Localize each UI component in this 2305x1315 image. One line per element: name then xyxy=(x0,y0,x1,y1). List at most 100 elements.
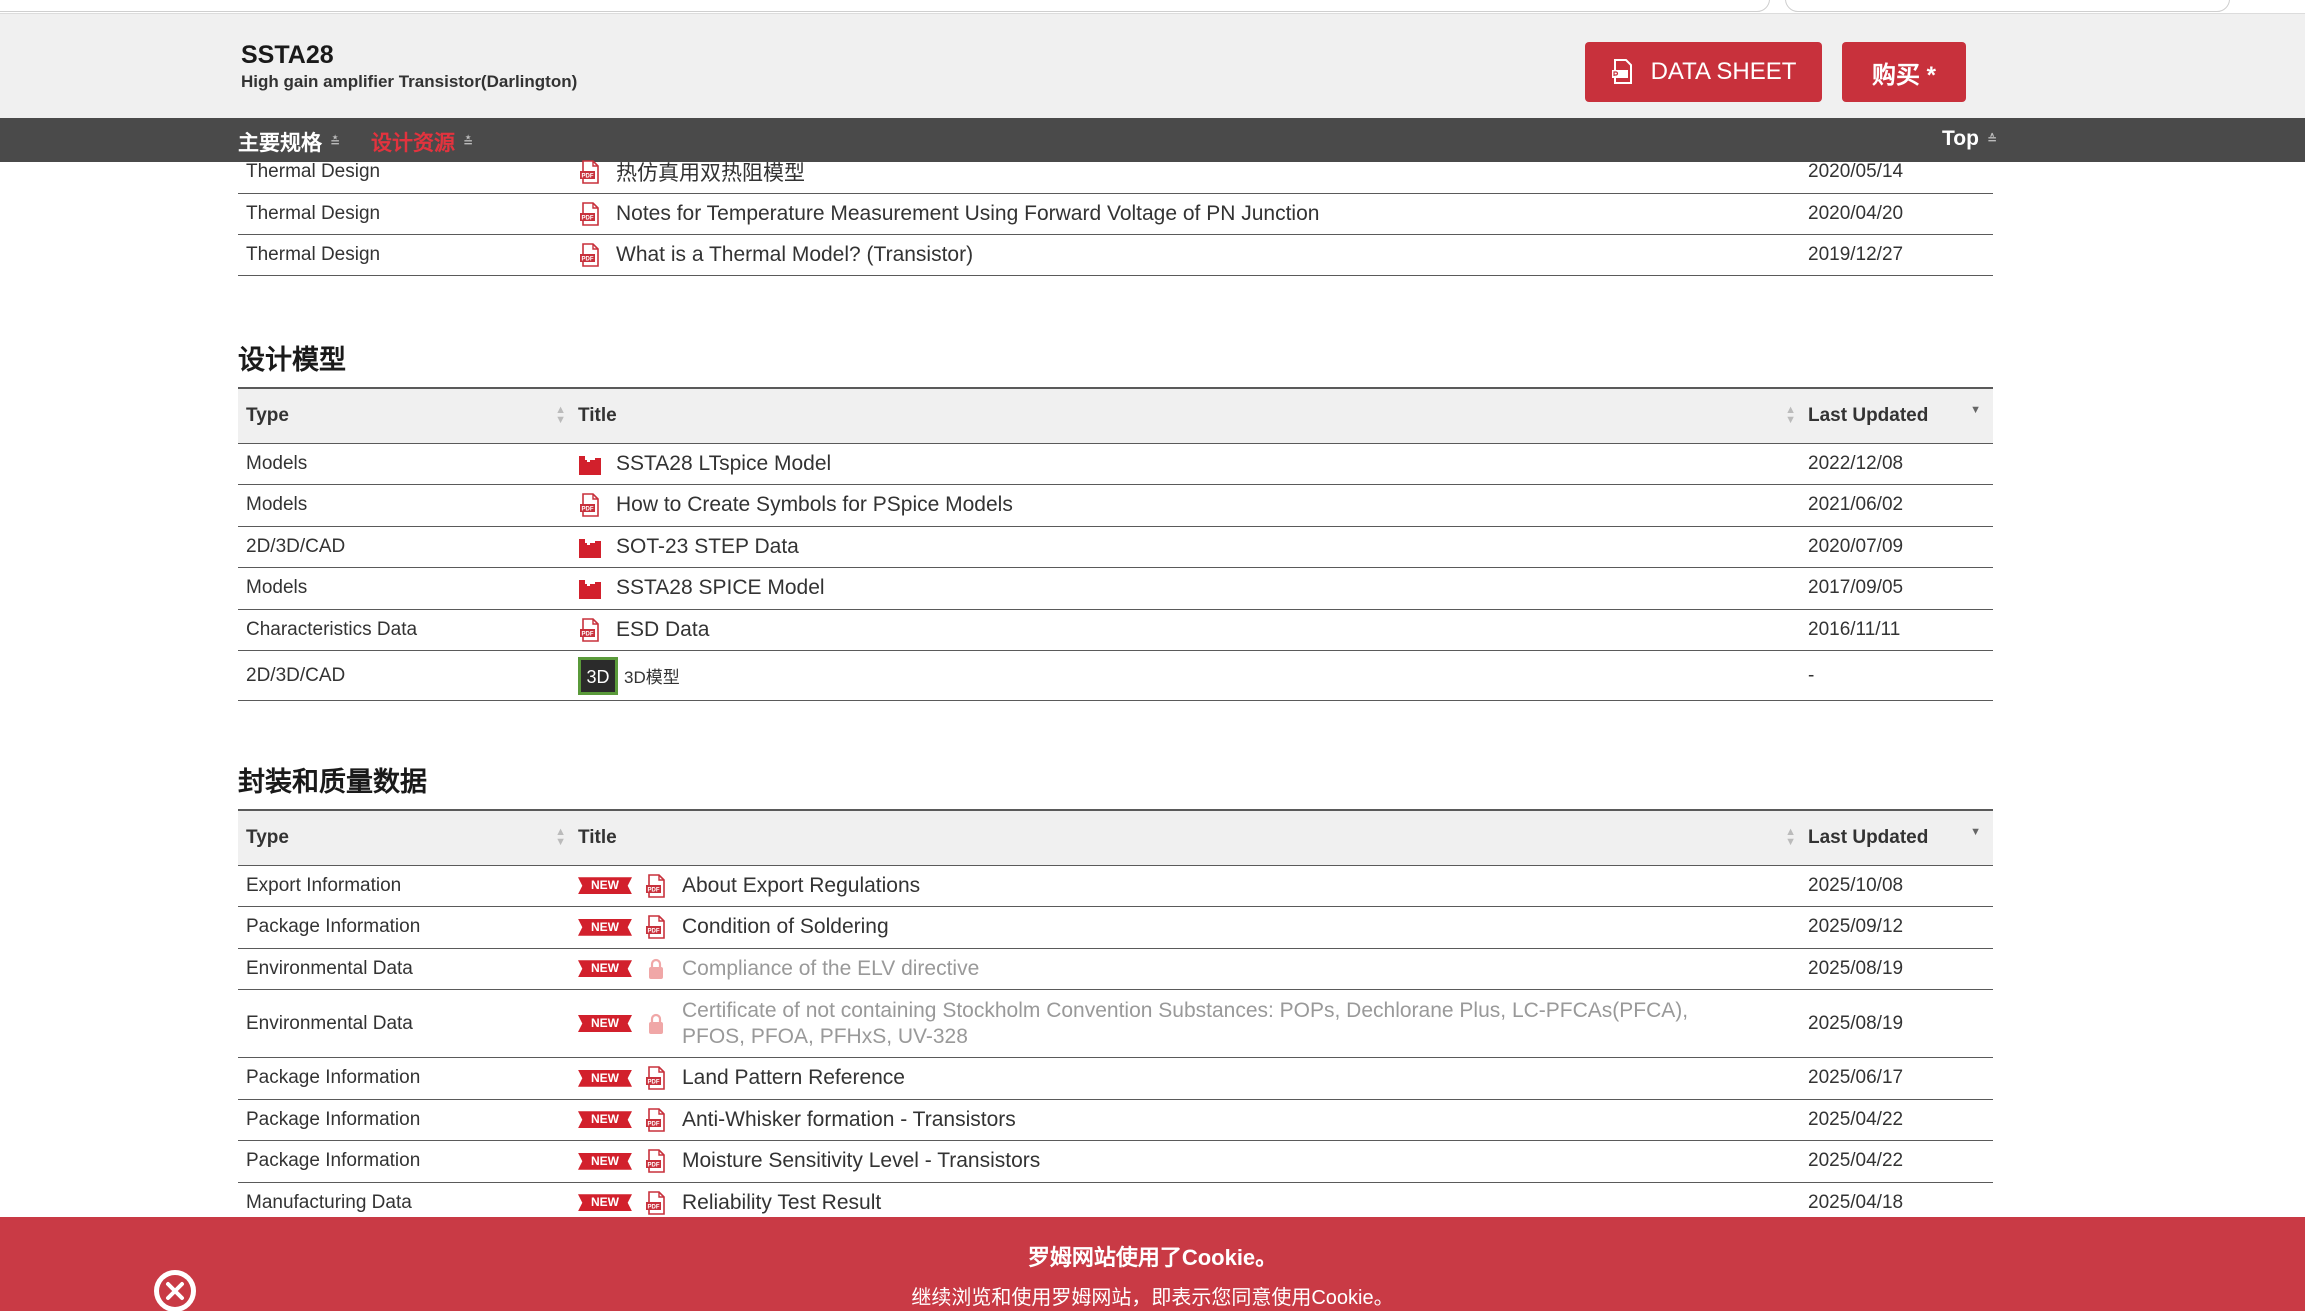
zip-icon[interactable] xyxy=(578,451,602,477)
col-header-title[interactable]: Title ▲ ▼ xyxy=(578,809,1808,866)
browser-search-box[interactable] xyxy=(1785,0,2230,12)
row-type: Package Information xyxy=(238,1099,578,1141)
svg-text:PDF: PDF xyxy=(648,887,660,893)
col-type-label: Type xyxy=(246,826,289,848)
pdf-icon[interactable]: PDF xyxy=(644,1065,668,1091)
row-title-cell: 3D 3D模型 xyxy=(578,650,1808,701)
col-header-type[interactable]: Type ▲ ▼ xyxy=(238,387,578,444)
table-row: Models SSTA28 LTspice Model 2022/12/08 xyxy=(238,443,1993,485)
row-title-wrap: NEW PDF Reliability Test Result xyxy=(578,1190,1808,1216)
table-row: 2D/3D/CAD SOT-23 STEP Data 2020/07/09 xyxy=(238,526,1993,568)
document-link[interactable]: About Export Regulations xyxy=(682,874,920,898)
pdf-icon[interactable]: PDF xyxy=(578,492,602,518)
document-link[interactable]: 热仿真用双热阻模型 xyxy=(616,157,805,187)
sort-icon: ▲ ▼ xyxy=(1785,404,1796,426)
document-link[interactable]: 3D模型 xyxy=(624,663,680,688)
row-last-updated: 2016/11/11 xyxy=(1808,609,1993,651)
col-title-label: Title xyxy=(578,404,617,426)
document-link[interactable]: Land Pattern Reference xyxy=(682,1066,905,1090)
row-type: Package Information xyxy=(238,906,578,949)
row-type: Models xyxy=(238,484,578,527)
document-link[interactable]: SOT-23 STEP Data xyxy=(616,535,799,559)
pdf-icon[interactable]: PDF xyxy=(578,617,602,643)
row-last-updated: 2025/04/22 xyxy=(1808,1099,1993,1141)
product-header: SSTA28 High gain amplifier Transistor(Da… xyxy=(0,14,2305,118)
cookie-banner: 罗姆网站使用了Cookie。 继续浏览和使用罗姆网站，即表示您同意使用Cooki… xyxy=(0,1217,2305,1312)
pdf-icon[interactable]: PDF xyxy=(644,1190,668,1216)
document-link[interactable]: Condition of Soldering xyxy=(682,915,889,939)
pdf-icon[interactable]: PDF xyxy=(578,159,602,185)
col-header-last-updated[interactable]: Last Updated ▼ xyxy=(1808,387,1993,444)
address-bar[interactable] xyxy=(0,0,1770,12)
row-last-updated: 2020/04/20 xyxy=(1808,193,1993,235)
document-link[interactable]: Moisture Sensitivity Level - Transistors xyxy=(682,1149,1040,1173)
table-row: Models SSTA28 SPICE Model 2017/09/05 xyxy=(238,567,1993,610)
buy-button[interactable]: 购买 * xyxy=(1842,42,1966,102)
row-last-updated: 2022/12/08 xyxy=(1808,443,1993,485)
new-badge: NEW xyxy=(578,1152,632,1170)
new-badge: NEW xyxy=(578,960,632,978)
pdf-icon[interactable]: PDF xyxy=(578,242,602,268)
document-link[interactable]: Reliability Test Result xyxy=(682,1191,881,1215)
svg-text:PDF: PDF xyxy=(582,215,594,221)
row-type: Package Information xyxy=(238,1057,578,1100)
lock-icon xyxy=(644,956,668,982)
zip-icon[interactable] xyxy=(578,575,602,601)
row-type: Environmental Data xyxy=(238,989,578,1058)
zip-icon[interactable] xyxy=(578,534,602,560)
row-last-updated: 2025/08/19 xyxy=(1808,948,1993,990)
cookie-text: 继续浏览和使用罗姆网站，即表示您同意使用Cookie。 xyxy=(911,1287,1394,1309)
document-link: Compliance of the ELV directive xyxy=(682,956,980,980)
row-title-cell: NEW Compliance of the ELV directive xyxy=(578,948,1808,990)
row-title-wrap: SOT-23 STEP Data xyxy=(578,534,1808,560)
new-badge: NEW xyxy=(578,1015,632,1032)
new-badge: NEW xyxy=(578,1194,632,1212)
row-last-updated: 2021/06/02 xyxy=(1808,484,1993,527)
datasheet-button[interactable]: DATA SHEET xyxy=(1585,42,1822,102)
document-link[interactable]: ESD Data xyxy=(616,618,709,642)
col-header-last-updated[interactable]: Last Updated ▼ xyxy=(1808,809,1993,866)
sort-icon: ▲ ▼ xyxy=(555,404,566,426)
col-header-title[interactable]: Title ▲ ▼ xyxy=(578,387,1808,444)
svg-text:PDF: PDF xyxy=(648,929,660,935)
pdf-icon[interactable]: PDF xyxy=(644,914,668,940)
row-title-cell: PDF What is a Thermal Model? (Transistor) xyxy=(578,234,1808,276)
document-link[interactable]: SSTA28 LTspice Model xyxy=(616,452,831,476)
row-last-updated: 2025/04/22 xyxy=(1808,1140,1993,1183)
col-updated-label: Last Updated xyxy=(1808,404,1929,426)
row-title-cell: NEW PDF Moisture Sensitivity Level - Trans… xyxy=(578,1140,1808,1183)
nav-top-link[interactable]: Top ≙ xyxy=(1942,127,1997,151)
document-link: Certificate of not containing Stockholm … xyxy=(682,998,1689,1048)
3d-model-icon[interactable]: 3D xyxy=(578,656,618,695)
row-title-wrap: NEW PDF Anti-Whisker formation - Transisto… xyxy=(578,1107,1808,1133)
pdf-icon[interactable]: PDF xyxy=(644,873,668,899)
nav-top-label: Top xyxy=(1942,127,1979,150)
col-header-type[interactable]: Type ▲ ▼ xyxy=(238,809,578,866)
document-link[interactable]: What is a Thermal Model? (Transistor) xyxy=(616,243,973,267)
table-row: Thermal Design PDF What is a Thermal Model… xyxy=(238,234,1993,276)
document-link[interactable]: How to Create Symbols for PSpice Models xyxy=(616,493,1013,517)
row-title-wrap: SSTA28 SPICE Model xyxy=(578,575,1808,601)
document-link[interactable]: SSTA28 SPICE Model xyxy=(616,576,825,600)
sort-desc-icon: ▼ xyxy=(1970,826,1981,838)
table-row: Environmental Data NEW Compliance of the E… xyxy=(238,948,1993,990)
document-link[interactable]: Notes for Temperature Measurement Using … xyxy=(616,202,1319,226)
chevron-up-icon: ≙ xyxy=(1986,132,1997,146)
row-type: Environmental Data xyxy=(238,948,578,990)
product-description: High gain amplifier Transistor(Darlingto… xyxy=(241,72,578,91)
pdf-icon xyxy=(1611,59,1632,84)
row-title-wrap: NEW PDF Condition of Soldering xyxy=(578,914,1808,940)
row-last-updated: 2025/09/12 xyxy=(1808,906,1993,949)
row-title-cell: SSTA28 LTspice Model xyxy=(578,443,1808,485)
pdf-icon[interactable]: PDF xyxy=(644,1107,668,1133)
svg-text:PDF: PDF xyxy=(648,1121,660,1127)
row-title-cell: NEW Certificate of not containing Stockho… xyxy=(578,989,1808,1058)
col-type-label: Type xyxy=(246,404,289,426)
table-row: 2D/3D/CAD 3D 3D模型 - xyxy=(238,650,1993,701)
pdf-icon[interactable]: PDF xyxy=(644,1148,668,1174)
document-link[interactable]: Anti-Whisker formation - Transistors xyxy=(682,1108,1016,1132)
row-title-cell: NEW PDF Land Pattern Reference xyxy=(578,1057,1808,1100)
lock-icon xyxy=(644,1011,668,1037)
pdf-icon[interactable]: PDF xyxy=(578,201,602,227)
row-last-updated: 2025/06/17 xyxy=(1808,1057,1993,1100)
